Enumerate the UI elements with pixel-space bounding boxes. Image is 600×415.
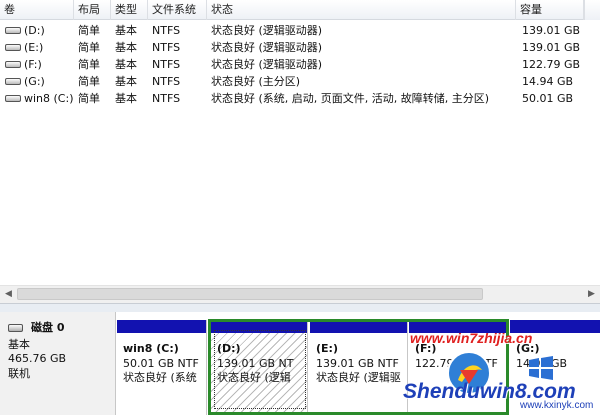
volume-filesystem: NTFS xyxy=(152,92,181,105)
partition-c[interactable]: win8 (C:) 50.01 GB NTF 状态良好 (系统 xyxy=(117,320,207,415)
volume-capacity: 14.94 GB xyxy=(522,75,574,88)
column-header-capacity[interactable]: 容量 xyxy=(516,0,584,20)
selection-focus-frame xyxy=(214,330,306,409)
volume-status: 状态良好 (主分区) xyxy=(211,75,301,88)
disk-info[interactable]: 磁盘 0 基本 465.76 GB 联机 xyxy=(0,312,116,415)
volume-layout: 简单 xyxy=(78,58,100,71)
drive-icon xyxy=(5,26,21,34)
volume-status: 状态良好 (系统, 启动, 页面文件, 活动, 故障转储, 主分区) xyxy=(211,92,490,105)
volume-status: 状态良好 (逻辑驱动器) xyxy=(211,58,323,71)
disk-name: 磁盘 0 xyxy=(31,321,65,334)
header-filler xyxy=(584,0,600,20)
volume-status: 状态良好 (逻辑驱动器) xyxy=(211,41,323,54)
partition-bar xyxy=(117,320,206,333)
column-header-layout[interactable]: 布局 xyxy=(74,0,111,20)
horizontal-scrollbar[interactable]: ◀ ▶ xyxy=(0,285,600,303)
column-header-type[interactable]: 类型 xyxy=(111,0,148,20)
disk-status: 联机 xyxy=(8,366,30,380)
scrollbar-thumb[interactable] xyxy=(17,288,483,300)
column-header-volume[interactable]: 卷 xyxy=(0,0,74,20)
volume-filesystem: NTFS xyxy=(152,41,181,54)
volume-row[interactable]: (F:) 简单 基本 NTFS 状态良好 (逻辑驱动器) 122.79 GB xyxy=(0,56,600,73)
volume-name: (D:) xyxy=(24,24,45,37)
partition-status: 状态良好 (系统 xyxy=(123,371,197,384)
volume-layout: 简单 xyxy=(78,92,100,105)
volume-filesystem: NTFS xyxy=(152,58,181,71)
volume-row[interactable]: (G:) 简单 基本 NTFS 状态良好 (主分区) 14.94 GB xyxy=(0,73,600,90)
volume-type: 基本 xyxy=(115,41,137,54)
disk-size: 465.76 GB xyxy=(8,352,67,365)
volume-name: (G:) xyxy=(24,75,45,88)
drive-icon xyxy=(5,77,21,85)
volume-type: 基本 xyxy=(115,24,137,37)
volume-layout: 简单 xyxy=(78,41,100,54)
column-header-status[interactable]: 状态 xyxy=(207,0,516,20)
drive-icon xyxy=(5,60,21,68)
volume-row[interactable]: (D:) 简单 基本 NTFS 状态良好 (逻辑驱动器) 139.01 GB xyxy=(0,22,600,39)
drive-icon xyxy=(5,94,21,102)
windows-logo-icon xyxy=(529,356,553,380)
volume-name: (F:) xyxy=(24,58,42,71)
pane-splitter[interactable] xyxy=(0,303,600,312)
volume-layout: 简单 xyxy=(78,24,100,37)
volume-capacity: 139.01 GB xyxy=(522,24,581,37)
volume-name: win8 (C:) xyxy=(24,92,74,105)
volume-list-header: 卷 布局 类型 文件系统 状态 容量 xyxy=(0,0,600,20)
partition-name: win8 (C:) xyxy=(123,342,179,355)
column-header-filesystem[interactable]: 文件系统 xyxy=(148,0,207,20)
volume-layout: 简单 xyxy=(78,75,100,88)
volume-capacity: 122.79 GB xyxy=(522,58,581,71)
volume-name: (E:) xyxy=(24,41,44,54)
partition-size: 50.01 GB NTF xyxy=(123,356,199,370)
drive-icon xyxy=(5,43,21,51)
volume-capacity: 139.01 GB xyxy=(522,41,581,54)
volume-type: 基本 xyxy=(115,58,137,71)
volume-row[interactable]: win8 (C:) 简单 基本 NTFS 状态良好 (系统, 启动, 页面文件,… xyxy=(0,90,600,107)
arrow-right-icon[interactable]: ▶ xyxy=(583,286,600,303)
volume-filesystem: NTFS xyxy=(152,24,181,37)
volume-capacity: 50.01 GB xyxy=(522,92,574,105)
volume-type: 基本 xyxy=(115,92,137,105)
watermark-url: www.win7zhijia.cn xyxy=(410,330,533,346)
volume-status: 状态良好 (逻辑驱动器) xyxy=(211,24,323,37)
volume-filesystem: NTFS xyxy=(152,75,181,88)
arrow-left-icon[interactable]: ◀ xyxy=(0,286,17,303)
disk-icon xyxy=(8,324,23,333)
watermark-site: www.kxinyk.com xyxy=(520,400,594,411)
volume-type: 基本 xyxy=(115,75,137,88)
volume-list[interactable]: 卷 布局 类型 文件系统 状态 容量 (D:) 简单 基本 NTFS 状态良好 … xyxy=(0,0,600,285)
disk-type: 基本 xyxy=(8,337,30,351)
volume-row[interactable]: (E:) 简单 基本 NTFS 状态良好 (逻辑驱动器) 139.01 GB xyxy=(0,39,600,56)
